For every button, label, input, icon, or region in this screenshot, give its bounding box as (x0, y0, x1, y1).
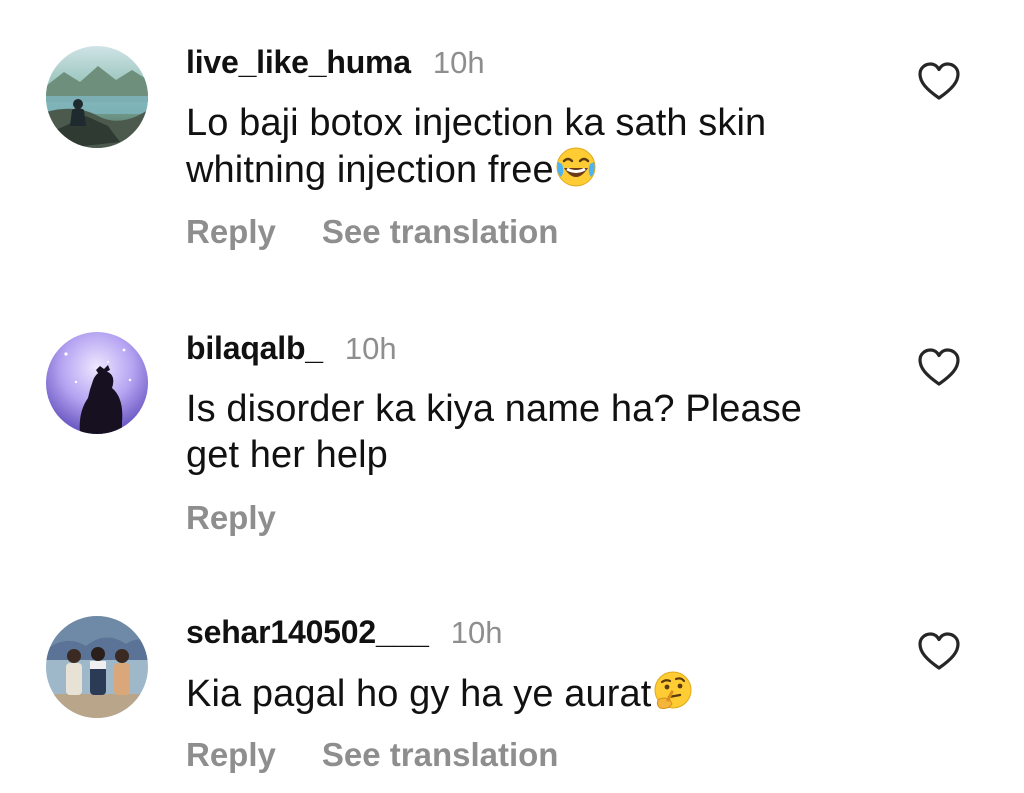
comment-text-line: Kia pagal ho gy ha ye aurat (186, 673, 652, 715)
avatar[interactable] (46, 332, 148, 434)
comment-text-line: Is disorder ka kiya name ha? Please (186, 388, 803, 430)
comment-text-line: get her help (186, 434, 388, 476)
heart-outline-icon[interactable] (916, 60, 962, 102)
comment-actions: Reply (186, 499, 276, 537)
username[interactable]: live_like_huma (186, 44, 411, 81)
reply-button[interactable]: Reply (186, 499, 276, 537)
comment-text-line-2: whitning injection free (186, 146, 876, 193)
timestamp: 10h (432, 45, 485, 80)
avatar[interactable] (46, 46, 148, 148)
heart-outline-icon[interactable] (916, 346, 962, 388)
comment-text: Kia pagal ho gy ha ye aurat (186, 670, 876, 717)
see-translation-button[interactable]: See translation (322, 213, 559, 251)
comment-text: Is disorder ka kiya name ha? Please get … (186, 386, 876, 478)
comment-meta: sehar140502___ 10h (186, 614, 503, 651)
reply-button[interactable]: Reply (186, 213, 276, 251)
avatar[interactable] (46, 616, 148, 718)
heart-outline-icon[interactable] (916, 630, 962, 672)
see-translation-button[interactable]: See translation (322, 736, 559, 774)
comment-text-line: whitning injection free (186, 149, 554, 191)
timestamp: 10h (450, 615, 503, 650)
comment-meta: live_like_huma 10h (186, 44, 485, 81)
comment-text: Lo baji botox injection ka sath skin whi… (186, 100, 876, 193)
comment-text-line: Lo baji botox injection ka sath skin (186, 102, 767, 144)
comment-actions: Reply See translation (186, 213, 558, 251)
username[interactable]: sehar140502___ (186, 614, 429, 651)
comment-meta: bilaqalb_ 10h (186, 330, 397, 367)
timestamp: 10h (344, 331, 397, 366)
comment-text-line-1: Kia pagal ho gy ha ye aurat (186, 670, 876, 717)
face-with-tears-of-joy-icon (556, 147, 596, 187)
comment-actions: Reply See translation (186, 736, 558, 774)
thinking-face-icon (654, 671, 692, 709)
reply-button[interactable]: Reply (186, 736, 276, 774)
username[interactable]: bilaqalb_ (186, 330, 323, 367)
